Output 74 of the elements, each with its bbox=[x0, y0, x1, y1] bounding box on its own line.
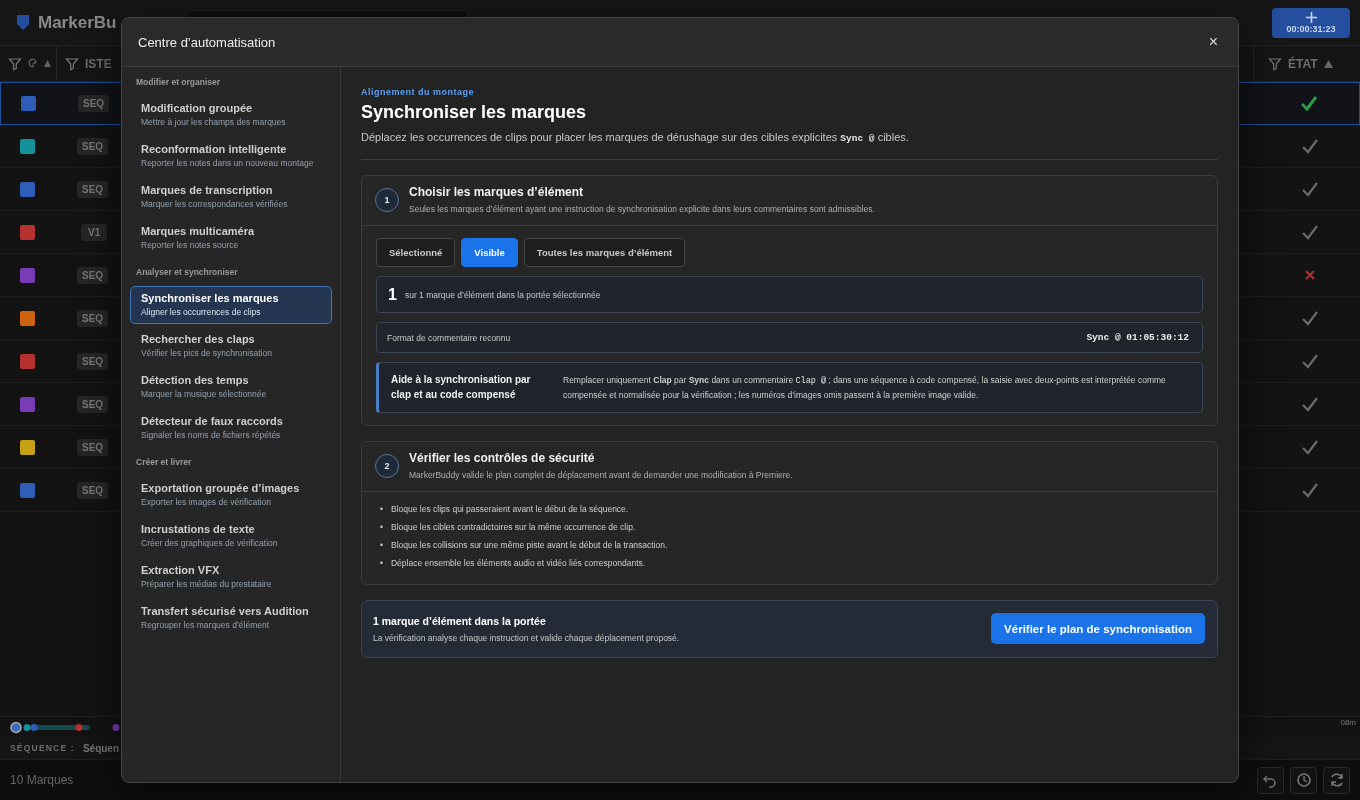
sequence-name: Séquen bbox=[82, 742, 120, 754]
check-item: Bloque les collisions sur une même piste avant le début de la transaction. bbox=[391, 540, 668, 552]
step-description: MarkerBuddy valide le plan complet de déplacement avant de demander une modification à Premiere. bbox=[409, 470, 793, 481]
sidebar-item[interactable]: Synchroniser les marques Aligner les occurrences de clips bbox=[130, 286, 332, 324]
type-tag: SEQ bbox=[77, 180, 109, 198]
check-item: Bloque les cibles contradictoires sur la même occurrence de clip. bbox=[391, 522, 636, 534]
column-header: ÉTAT bbox=[1253, 46, 1360, 81]
type-tag: V1 bbox=[81, 223, 108, 241]
filter-icon[interactable] bbox=[8, 56, 22, 71]
type-tag: SEQ bbox=[77, 395, 109, 413]
check-item: Bloque les clips qui passeraient avant le début de la séquence. bbox=[391, 504, 629, 516]
marker-count: 10 Marques bbox=[10, 773, 74, 787]
type-tag: SEQ bbox=[77, 352, 109, 370]
type-tag: SEQ bbox=[77, 309, 109, 327]
filter-icon[interactable] bbox=[65, 56, 79, 71]
sidebar-item[interactable]: Transfert sécurisé vers Audition Regrouper les marques d’élément bbox=[130, 599, 332, 637]
refresh-icon bbox=[1328, 772, 1345, 788]
type-tag: SEQ bbox=[77, 438, 109, 456]
format-label: Format de commentaire reconnu bbox=[387, 332, 511, 343]
sort-arrow-icon[interactable] bbox=[44, 60, 51, 67]
step-number: 1 bbox=[375, 187, 399, 212]
bullet: • bbox=[380, 504, 383, 516]
sidebar-item[interactable]: Exportation groupée d’images Exporter les images de vérification bbox=[130, 476, 332, 514]
section-label: Alignement du montage bbox=[361, 87, 475, 97]
timeline-label: 08m bbox=[1340, 718, 1356, 727]
sort-arrow-icon[interactable] bbox=[1323, 59, 1333, 68]
scope-tab[interactable]: Toutes les marques d’élément bbox=[523, 238, 686, 267]
step-number: 2 bbox=[375, 453, 399, 478]
help-title: Aide à la synchronisation par clap et au code compensé bbox=[391, 373, 532, 402]
type-tag: SEQ bbox=[77, 137, 109, 155]
type-tag: SEQ bbox=[77, 481, 109, 499]
sidebar-item[interactable]: Incrustations de texte Créer des graphiques de vérification bbox=[130, 517, 332, 555]
sidebar-item[interactable]: Modification groupée Mettre à jour les champs des marques bbox=[130, 96, 332, 134]
section-heading: Analyser et synchroniser bbox=[135, 267, 239, 277]
bullet: • bbox=[380, 540, 383, 552]
page-description: Déplacez les occurrences de clips pour placer les marques de dérushage sur des cibles explicites Sync @ cibles. bbox=[361, 131, 910, 144]
close-button[interactable]: × bbox=[1204, 33, 1222, 51]
verify-button[interactable]: Vérifier le plan de synchronisation bbox=[991, 613, 1205, 645]
filter-icon[interactable] bbox=[1268, 56, 1282, 71]
sidebar-item[interactable]: Détection des temps Marquer la musique sélectionnée bbox=[130, 368, 332, 406]
palette-icon bbox=[28, 57, 38, 70]
check-item: Déplace ensemble les éléments audio et vidéo liés correspondants. bbox=[391, 558, 646, 570]
sequence-label: SÉQUENCE : bbox=[10, 743, 75, 753]
add-marker-button[interactable]: 00:00:31:23 bbox=[1272, 7, 1350, 38]
refresh-button[interactable] bbox=[1323, 766, 1350, 794]
sidebar-item[interactable]: Détecteur de faux raccords Signaler les noms de fichiers répétés bbox=[130, 409, 332, 447]
scope-tab[interactable]: Visible bbox=[461, 238, 518, 267]
sidebar-item[interactable]: Reconformation intelligente Reporter les notes dans un nouveau montage bbox=[130, 137, 332, 175]
app-logo: MarkerBu bbox=[38, 12, 117, 33]
count-text: sur 1 marque d’élément dans la portée sélectionnée bbox=[404, 289, 601, 300]
step-title: Choisir les marques d’élément bbox=[409, 185, 585, 199]
summary-text: La vérification analyse chaque instruction et valide chaque déplacement proposé. bbox=[373, 632, 680, 643]
plus-icon bbox=[1305, 11, 1317, 23]
sidebar-item[interactable]: Marques de transcription Marquer les correspondances vérifiées bbox=[130, 178, 332, 216]
step-title: Vérifier les contrôles de sécurité bbox=[409, 451, 596, 466]
bullet: • bbox=[380, 522, 383, 534]
summary-title: 1 marque d’élément dans la portée bbox=[373, 614, 547, 627]
count-value: 1 bbox=[388, 285, 397, 304]
shield-icon bbox=[16, 14, 30, 31]
sidebar-item[interactable]: Rechercher des claps Vérifier les pics de synchronisation bbox=[130, 327, 332, 365]
format-value: Sync @ 01:05:30:12 bbox=[1086, 332, 1189, 343]
step-description: Seules les marques d’élément ayant une instruction de synchronisation explicite dans leurs commentaires sont admissibles. bbox=[409, 204, 875, 214]
section-heading: Créer et livrer bbox=[135, 457, 193, 467]
sidebar-item[interactable]: Extraction VFX Préparer les médias du prestataire bbox=[130, 558, 332, 596]
history-icon bbox=[1295, 772, 1312, 788]
type-tag: SEQ bbox=[78, 95, 110, 112]
sidebar-item[interactable]: Marques multicaméra Reporter les notes source bbox=[130, 219, 332, 257]
help-text: Remplacer uniquement Clap par Sync dans un commentaire Clap @ ; dans une séquence à code compensé, la saisie avec deux-points est interprétée comme compensée et normalisée pour la vérification ; les numéros d’images omis passent à la première image valide. bbox=[563, 374, 1167, 402]
history-button[interactable] bbox=[1290, 766, 1317, 794]
type-tag: SEQ bbox=[77, 266, 109, 284]
page-heading: Synchroniser les marques bbox=[361, 102, 588, 123]
scope-tab[interactable]: Sélectionné bbox=[376, 238, 456, 267]
bullet: • bbox=[380, 558, 383, 570]
undo-button[interactable] bbox=[1257, 766, 1284, 794]
